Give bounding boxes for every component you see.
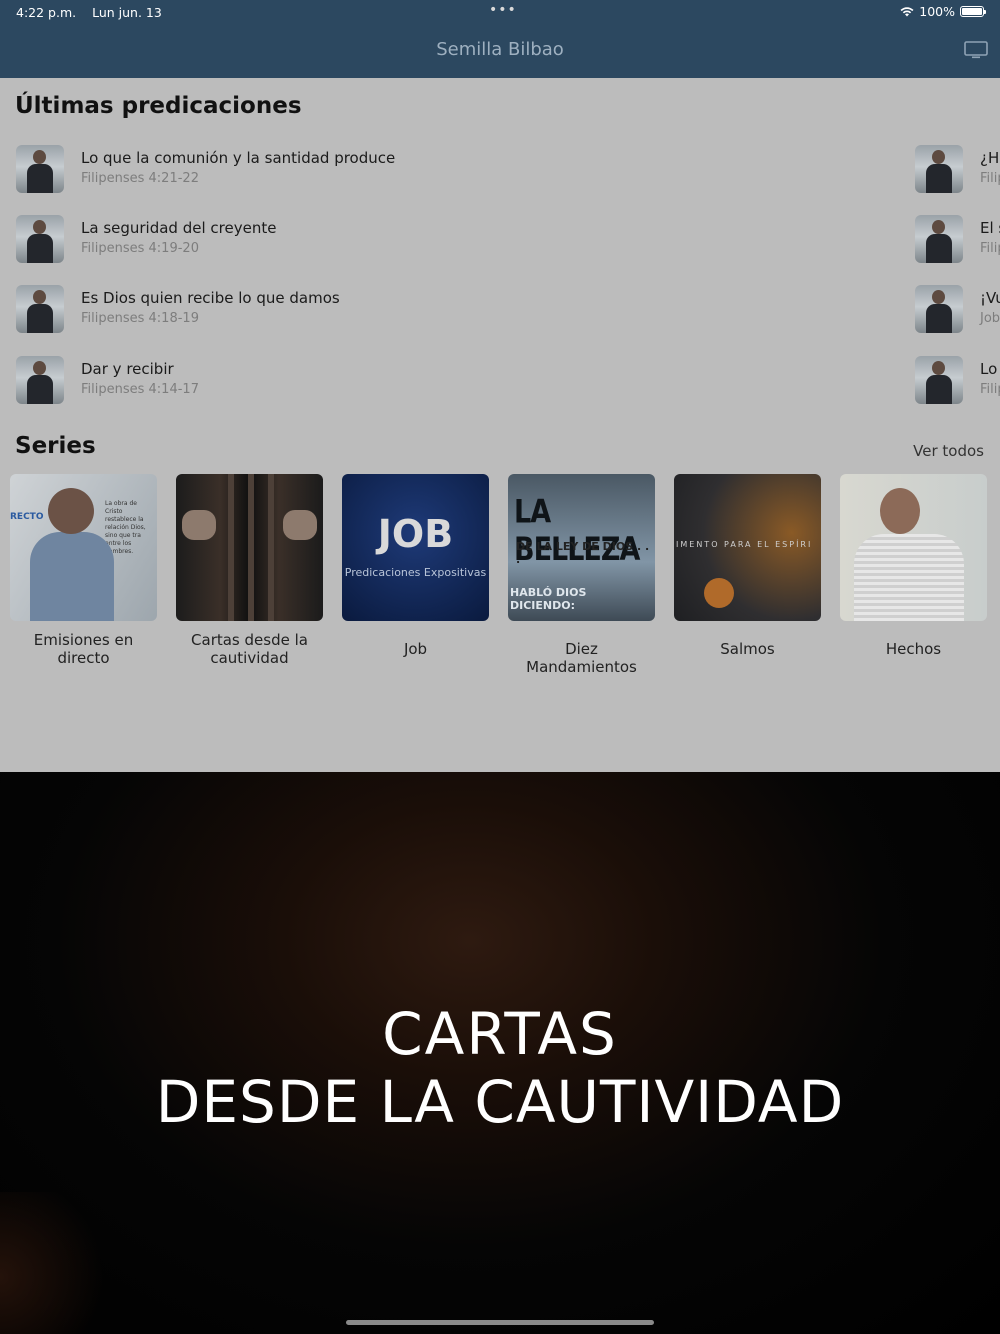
- sermon-title: Lo que la comunión y la santidad produce: [81, 149, 396, 167]
- video-player[interactable]: CARTAS DESDE LA CAUTIVIDAD: [0, 772, 1000, 1334]
- sermon-thumbnail: [915, 356, 963, 404]
- series-art-subtitle: DE LA LEY DE DIOS . . .: [516, 540, 650, 566]
- series-label: Hechos: [885, 640, 942, 658]
- sermon-title: El s: [980, 219, 1000, 237]
- series-label: Salmos: [720, 640, 775, 658]
- series-art-text: IMENTO PARA EL ESPÍRI: [676, 540, 813, 549]
- sermon-title: Es Dios quien recibe lo que damos: [81, 289, 340, 307]
- series-artwork: [840, 474, 987, 621]
- sermon-thumbnail: [16, 215, 64, 263]
- series-art-subtitle: Predicaciones Expositivas: [344, 566, 487, 579]
- series-artwork: [176, 474, 323, 621]
- video-title-line2: DESDE LA CAUTIVIDAD: [155, 1068, 845, 1136]
- status-bar-right: 100%: [900, 4, 986, 19]
- home-indicator[interactable]: [346, 1320, 654, 1325]
- sermon-title: ¿Ha: [980, 149, 1000, 167]
- series-art-footer: HABLÓ DIOS DICIENDO:: [510, 586, 587, 612]
- wifi-icon: [900, 6, 914, 16]
- series-card-salmos[interactable]: IMENTO PARA EL ESPÍRI Salmos: [674, 474, 821, 658]
- sermon-title: Lo: [980, 360, 998, 378]
- sermon-reference: Filip: [980, 382, 1000, 397]
- navigation-bar: 4:22 p.m. Lun jun. 13 ••• 100% Semilla B…: [0, 0, 1000, 78]
- series-art-text: La obra de Cristo restablece la relación…: [105, 500, 146, 555]
- series-artwork: LA BELLEZA DE LA LEY DE DIOS . . . HABLÓ…: [508, 474, 655, 621]
- sermon-item[interactable]: El s Filip: [915, 215, 1000, 265]
- status-time: 4:22 p.m.: [16, 5, 77, 20]
- series-label: Cartas desde la cautividad: [191, 631, 308, 667]
- sermon-reference: Filip: [980, 241, 1000, 256]
- sermon-reference: Filipenses 4:18-19: [81, 311, 199, 326]
- series-heading: Series: [15, 433, 96, 459]
- status-bar-left: 4:22 p.m. Lun jun. 13: [16, 5, 174, 20]
- sermon-item[interactable]: La seguridad del creyente Filipenses 4:1…: [16, 215, 536, 265]
- sermon-thumbnail: [16, 145, 64, 193]
- sermon-reference: Filipenses 4:21-22: [81, 171, 199, 186]
- series-artwork: IMENTO PARA EL ESPÍRI: [674, 474, 821, 621]
- series-artwork: JOB Predicaciones Expositivas: [342, 474, 489, 621]
- tv-airplay-icon[interactable]: [964, 41, 988, 59]
- see-all-link[interactable]: Ver todos: [913, 442, 984, 460]
- series-label: Job: [403, 640, 428, 658]
- video-title-line1: CARTAS: [382, 1000, 618, 1068]
- sermon-thumbnail: [915, 145, 963, 193]
- sermon-thumbnail: [915, 285, 963, 333]
- sermon-reference: Job: [980, 311, 1000, 326]
- status-date: Lun jun. 13: [92, 5, 162, 20]
- series-label: Emisiones en directo: [33, 631, 134, 667]
- sermon-item[interactable]: Dar y recibir Filipenses 4:14-17: [16, 356, 536, 406]
- sermon-thumbnail: [915, 215, 963, 263]
- multitasking-dots[interactable]: •••: [489, 2, 517, 18]
- sermon-item[interactable]: Es Dios quien recibe lo que damos Filipe…: [16, 285, 536, 335]
- series-card-job[interactable]: JOB Predicaciones Expositivas Job: [342, 474, 489, 658]
- sermon-title: Dar y recibir: [81, 360, 174, 378]
- sermon-reference: Filip: [980, 171, 1000, 186]
- sermon-item[interactable]: ¡Vu Job: [915, 285, 1000, 335]
- series-card-cartas[interactable]: Cartas desde la cautividad: [176, 474, 323, 667]
- sermon-item[interactable]: Lo que la comunión y la santidad produce…: [16, 145, 536, 195]
- series-card-directo[interactable]: RECTO La obra de Cristo restablece la re…: [10, 474, 157, 667]
- battery-percent: 100%: [919, 4, 955, 19]
- sermon-item[interactable]: Lo Filip: [915, 356, 1000, 406]
- sermon-title: ¡Vu: [980, 289, 1000, 307]
- series-art-title: JOB: [377, 512, 454, 556]
- app-title: Semilla Bilbao: [436, 39, 564, 60]
- latest-sermons-heading: Últimas predicaciones: [15, 93, 302, 119]
- sermon-reference: Filipenses 4:14-17: [81, 382, 199, 397]
- series-artwork: RECTO La obra de Cristo restablece la re…: [10, 474, 157, 621]
- sermon-title: La seguridad del creyente: [81, 219, 277, 237]
- battery-icon: [960, 6, 986, 17]
- sermon-thumbnail: [16, 285, 64, 333]
- series-label: Diez Mandamientos: [526, 640, 637, 676]
- series-card-hechos[interactable]: Hechos: [840, 474, 987, 658]
- series-art-tag: RECTO: [10, 512, 44, 522]
- sermon-item[interactable]: ¿Ha Filip: [915, 145, 1000, 195]
- main-content: Últimas predicaciones Lo que la comunión…: [0, 78, 1000, 772]
- sermon-thumbnail: [16, 356, 64, 404]
- series-card-diez-mandamientos[interactable]: LA BELLEZA DE LA LEY DE DIOS . . . HABLÓ…: [508, 474, 655, 676]
- sermon-reference: Filipenses 4:19-20: [81, 241, 199, 256]
